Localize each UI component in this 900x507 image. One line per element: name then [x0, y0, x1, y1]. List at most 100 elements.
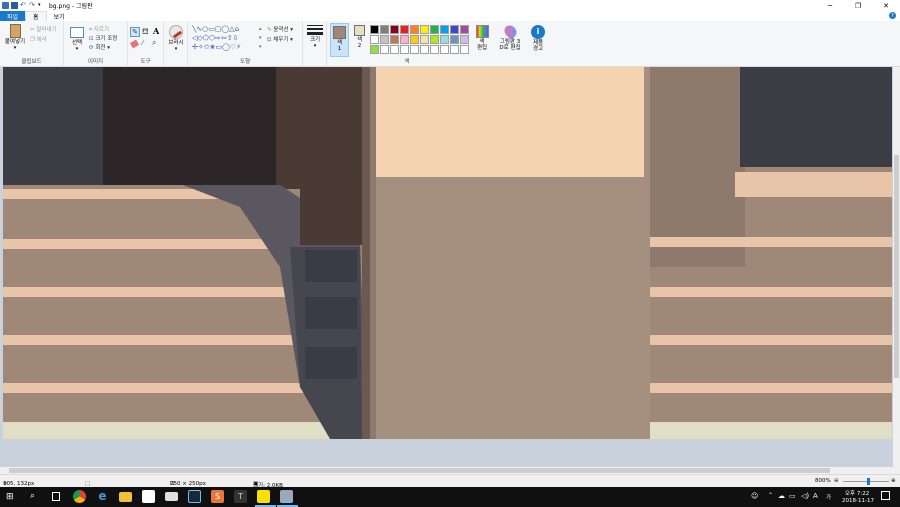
store-icon[interactable]: [142, 490, 155, 503]
clock-time[interactable]: 오후 7:22: [845, 489, 869, 497]
palette-swatch[interactable]: [410, 35, 419, 44]
eraser-tool-icon[interactable]: [129, 39, 140, 49]
cloud-icon[interactable]: ☁: [778, 492, 785, 500]
tab-home[interactable]: 홈: [25, 11, 47, 21]
palette-swatch[interactable]: [410, 25, 419, 34]
notifications-icon[interactable]: [881, 491, 890, 500]
color1-button[interactable]: 색 1: [330, 23, 349, 57]
brushes-button[interactable]: 브러시 ▾: [165, 25, 187, 52]
vertical-scrollbar[interactable]: [893, 67, 900, 467]
steam-icon[interactable]: [188, 490, 201, 503]
tab-view[interactable]: 보기: [47, 11, 72, 21]
palette-swatch[interactable]: [460, 35, 469, 44]
close-button[interactable]: ✕: [872, 0, 900, 11]
text-tool-icon[interactable]: A: [153, 26, 159, 36]
edge-icon[interactable]: e: [96, 490, 109, 503]
pencil-tool-icon[interactable]: ✎: [130, 27, 140, 37]
palette-swatch[interactable]: [450, 25, 459, 34]
canvas-viewport[interactable]: [0, 67, 893, 467]
cut-button[interactable]: ✂ 잘라내기: [30, 25, 57, 33]
ime-mode[interactable]: A: [813, 492, 818, 500]
volume-icon[interactable]: ◁): [801, 492, 809, 500]
paint-taskbar-icon[interactable]: [280, 490, 293, 503]
palette-swatch[interactable]: [430, 25, 439, 34]
palette-swatch[interactable]: [400, 25, 409, 34]
zoom-slider[interactable]: [843, 478, 889, 485]
palette-swatch[interactable]: [380, 25, 389, 34]
horizontal-scroll-thumb[interactable]: [9, 468, 830, 473]
clock-date[interactable]: 2018-11-17: [842, 498, 874, 504]
start-button[interactable]: ⊞: [6, 492, 16, 502]
palette-swatch[interactable]: [420, 35, 429, 44]
palette-swatch[interactable]: [420, 45, 429, 54]
canvas-image[interactable]: [0, 67, 893, 467]
palette-swatch[interactable]: [460, 45, 469, 54]
palette-swatch[interactable]: [380, 35, 389, 44]
copy-button[interactable]: ❐ 복사: [30, 35, 47, 43]
product-alert-button[interactable]: i 제품 경고: [528, 25, 548, 52]
people-icon[interactable]: ☺: [751, 492, 758, 500]
palette-swatch[interactable]: [400, 45, 409, 54]
palette-swatch[interactable]: [450, 45, 459, 54]
edit-colors-button[interactable]: 색 편집: [473, 25, 491, 51]
fill-tool-icon[interactable]: ⛾: [142, 27, 149, 37]
magnifier-icon[interactable]: ⌕: [152, 38, 156, 48]
shapes-row-lines-icon: ╲∿○▭▢◯△⌂: [192, 25, 240, 33]
tab-file[interactable]: 파일: [0, 11, 26, 21]
resize-button[interactable]: ⊡ 크기 조정: [89, 34, 117, 42]
customize-quick-access-icon[interactable]: ▾: [38, 2, 45, 9]
zoom-in-button[interactable]: ⊕: [891, 478, 896, 484]
dark-app-icon[interactable]: T: [234, 490, 247, 503]
palette-swatch[interactable]: [440, 35, 449, 44]
kakaotalk-icon[interactable]: [257, 490, 270, 503]
palette-swatch[interactable]: [450, 35, 459, 44]
paint-app-icon[interactable]: [2, 2, 9, 9]
vertical-scroll-thumb[interactable]: [894, 155, 899, 378]
s-app-icon[interactable]: S: [211, 490, 224, 503]
chrome-icon[interactable]: [73, 490, 86, 503]
save-icon[interactable]: [11, 2, 18, 9]
search-icon[interactable]: ⌕: [30, 491, 35, 501]
mail-icon[interactable]: [165, 492, 178, 501]
zoom-slider-thumb[interactable]: [866, 478, 870, 485]
palette-swatch[interactable]: [370, 35, 379, 44]
palette-swatch[interactable]: [370, 45, 379, 54]
paste-button[interactable]: 붙여넣기 ▾: [2, 24, 28, 51]
palette-swatch[interactable]: [370, 25, 379, 34]
palette-swatch[interactable]: [440, 45, 449, 54]
shapes-gallery[interactable]: ╲∿○▭▢◯△⌂ ◁◇⬠⬡⇨⇦⇧⇩ ✢✧✩✬▭◯♡⚡: [192, 25, 258, 55]
rotate-button[interactable]: ⟳ 회전 ▾: [89, 43, 110, 51]
select-button[interactable]: 선택 ▾: [67, 27, 87, 52]
file-explorer-icon[interactable]: [119, 492, 132, 502]
task-view-icon[interactable]: [52, 492, 60, 501]
palette-swatch[interactable]: [460, 25, 469, 34]
outline-dropdown[interactable]: ✎ 윤곽선 ▾: [267, 25, 293, 33]
horizontal-scrollbar[interactable]: [0, 467, 893, 474]
palette-swatch[interactable]: [430, 45, 439, 54]
show-hidden-icons[interactable]: ⌃: [768, 492, 773, 499]
palette-swatch[interactable]: [420, 25, 429, 34]
language-indicator[interactable]: 가: [826, 493, 831, 501]
help-icon[interactable]: ?: [889, 12, 896, 19]
palette-swatch[interactable]: [390, 25, 399, 34]
edit-with-paint3d-button[interactable]: 그림판 3 D로 편집: [495, 23, 525, 51]
minimize-button[interactable]: ─: [816, 0, 844, 11]
crop-button[interactable]: ⌗ 자르기: [89, 25, 109, 34]
shapes-scroll-icon[interactable]: ▴ ▾ ▾: [259, 25, 262, 52]
palette-swatch[interactable]: [400, 35, 409, 44]
palette-swatch[interactable]: [410, 45, 419, 54]
palette-swatch[interactable]: [440, 25, 449, 34]
fill-dropdown[interactable]: ⛾ 채우기 ▾: [267, 35, 293, 44]
palette-swatch[interactable]: [380, 45, 389, 54]
maximize-button[interactable]: ❐: [844, 0, 872, 11]
zoom-out-button[interactable]: ⊖: [834, 478, 839, 484]
color2-button[interactable]: 색 2: [351, 25, 368, 49]
palette-swatch[interactable]: [390, 45, 399, 54]
network-icon[interactable]: ▭: [789, 492, 796, 500]
palette-swatch[interactable]: [390, 35, 399, 44]
palette-swatch[interactable]: [430, 35, 439, 44]
size-button[interactable]: 크기 ▾: [305, 25, 325, 49]
undo-icon[interactable]: ↶: [20, 2, 27, 9]
color-picker-icon[interactable]: ⁄: [142, 39, 143, 47]
redo-icon[interactable]: ↷: [29, 2, 36, 9]
